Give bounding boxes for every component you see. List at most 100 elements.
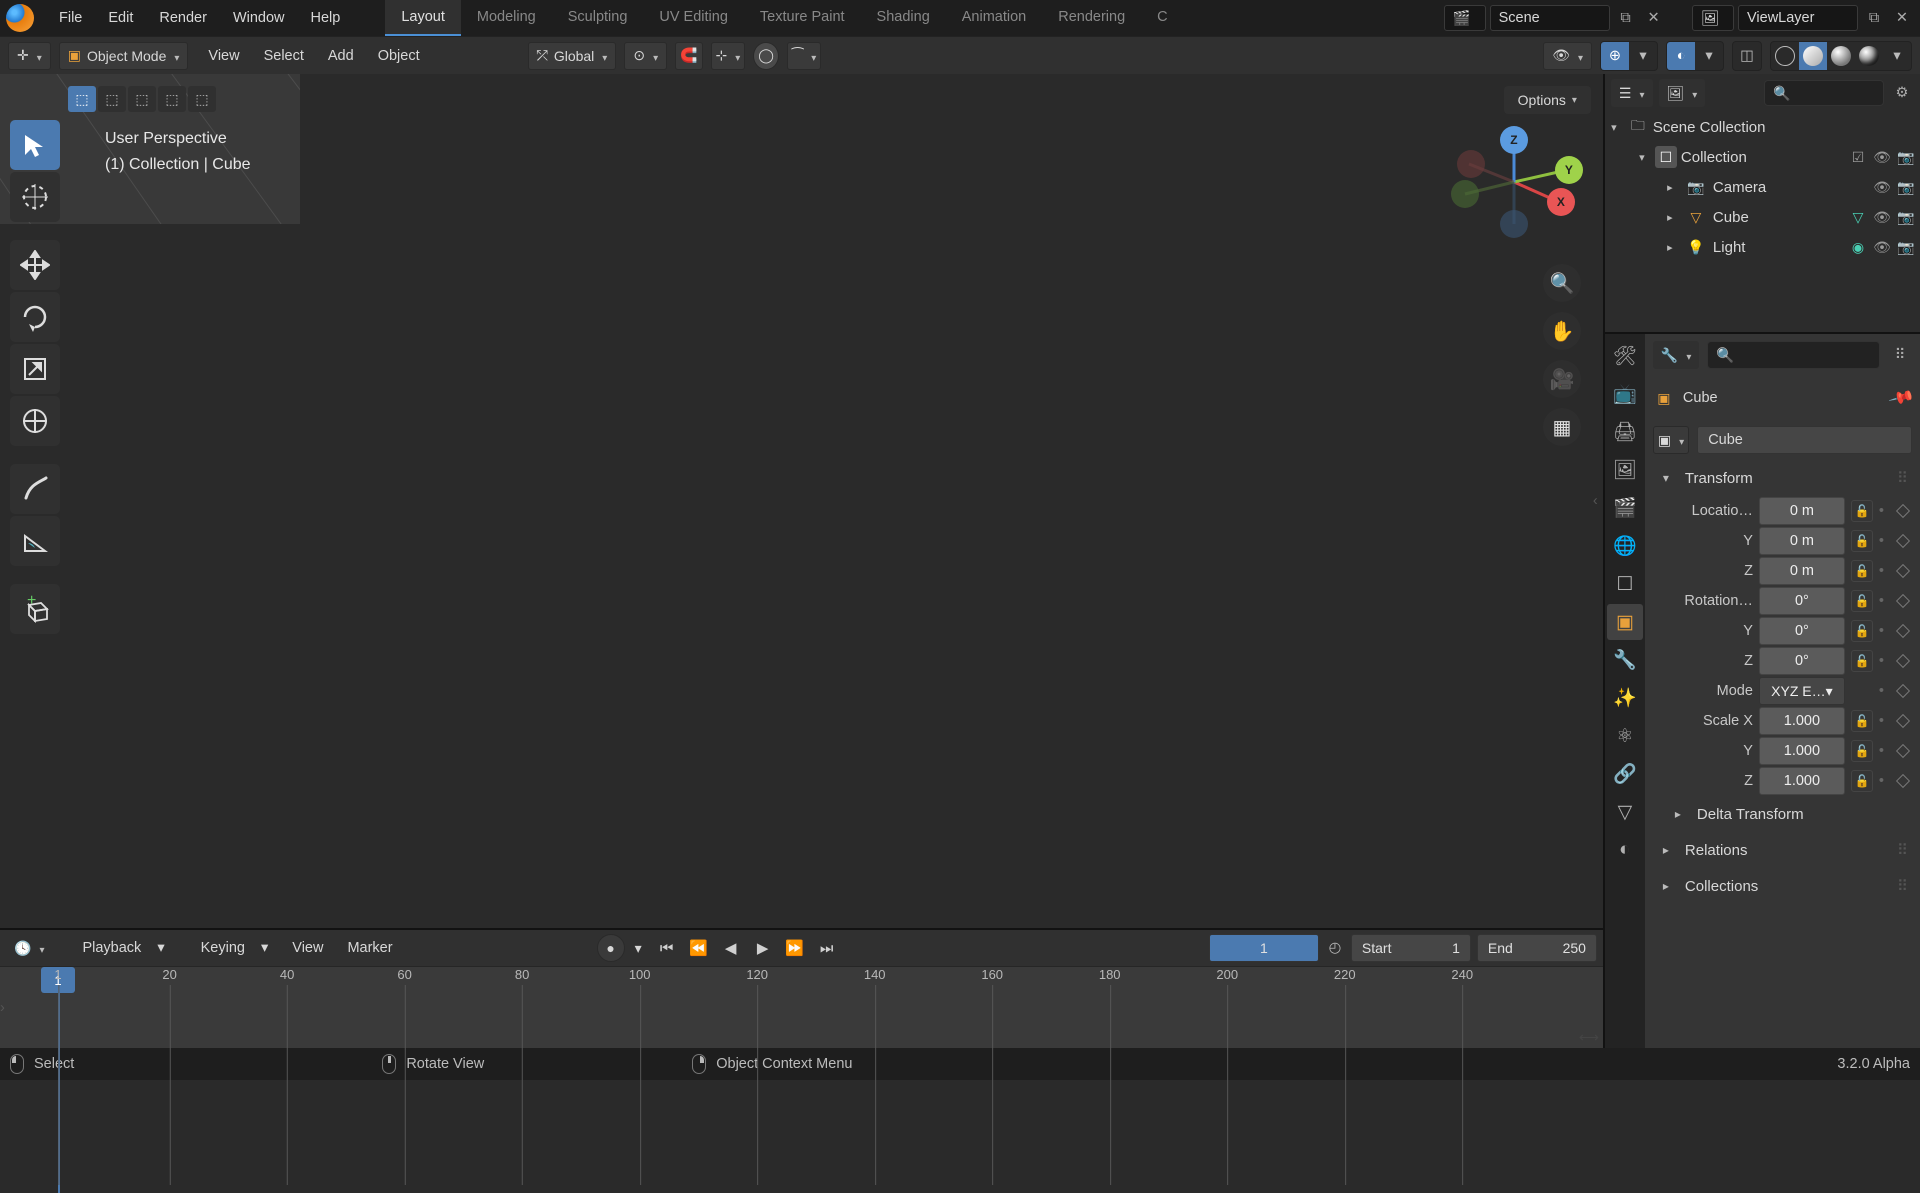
- lock-icon[interactable]: 🔓: [1851, 500, 1873, 522]
- tab-object[interactable]: ▣: [1607, 604, 1643, 640]
- expand-icon[interactable]: ▾: [1633, 151, 1651, 164]
- jump-end-button[interactable]: ⏭: [812, 935, 842, 961]
- lock-icon[interactable]: 🔓: [1851, 650, 1873, 672]
- viewlayer-name-field[interactable]: ViewLayer: [1738, 5, 1858, 31]
- zoom-button[interactable]: 🔍: [1543, 264, 1581, 302]
- keyframe-icon[interactable]: [1896, 594, 1910, 608]
- tab-data[interactable]: ▽: [1607, 794, 1643, 830]
- pin-icon[interactable]: 📌: [1887, 384, 1915, 412]
- workspace-more[interactable]: C: [1141, 0, 1183, 36]
- new-viewlayer-button[interactable]: ⧉: [1862, 6, 1886, 30]
- axis-neg-z[interactable]: [1500, 210, 1528, 238]
- play-reverse-button[interactable]: ◀: [716, 935, 746, 961]
- workspace-layout[interactable]: Layout: [385, 0, 461, 36]
- wireframe-shading[interactable]: [1771, 42, 1799, 70]
- render-icon[interactable]: 📷: [1896, 149, 1916, 166]
- tool-scale[interactable]: [10, 344, 60, 394]
- keyframe-icon[interactable]: [1896, 684, 1910, 698]
- render-icon[interactable]: 📷: [1896, 179, 1916, 196]
- tab-viewlayer[interactable]: 🖼: [1607, 452, 1643, 488]
- timeline-editor-type[interactable]: 🕓: [6, 934, 52, 962]
- menu-object[interactable]: Object: [366, 42, 432, 70]
- 3d-viewport[interactable]: ⬚ ⬚ ⬚ ⬚ ⬚: [0, 74, 1603, 928]
- tab-output[interactable]: 🖨: [1607, 414, 1643, 450]
- rotation-mode-field[interactable]: XYZ E…▾: [1759, 677, 1845, 705]
- tab-collection[interactable]: ☐: [1607, 566, 1643, 602]
- select-mode-extend[interactable]: ⬚: [98, 86, 126, 112]
- solid-shading[interactable]: [1799, 42, 1827, 70]
- menu-file[interactable]: File: [46, 2, 95, 34]
- lock-icon[interactable]: 🔓: [1851, 590, 1873, 612]
- panel-transform-header[interactable]: ▾ Transform ⠿: [1645, 460, 1920, 496]
- scale-z-field[interactable]: 1.000: [1759, 767, 1845, 795]
- keyframe-icon[interactable]: [1896, 744, 1910, 758]
- eye-icon[interactable]: 👁: [1872, 179, 1892, 196]
- menu-add[interactable]: Add: [316, 42, 366, 70]
- orientation-selector[interactable]: ⤱ Global: [528, 42, 617, 70]
- axis-navigation-gizmo[interactable]: X Y Z: [1449, 122, 1579, 252]
- keyframe-prev-button[interactable]: ⏪: [684, 935, 714, 961]
- workspace-modeling[interactable]: Modeling: [461, 0, 552, 36]
- proportional-edit-toggle[interactable]: ◯: [753, 42, 779, 70]
- keyframe-icon[interactable]: [1896, 714, 1910, 728]
- lock-icon[interactable]: 🔓: [1851, 740, 1873, 762]
- keyframe-icon[interactable]: [1896, 774, 1910, 788]
- clock-icon[interactable]: ◴: [1325, 940, 1345, 956]
- rotation-x-field[interactable]: 0°: [1759, 587, 1845, 615]
- menu-edit[interactable]: Edit: [95, 2, 146, 34]
- outliner-scene-collection[interactable]: ▾ 🗀 Scene Collection: [1605, 112, 1920, 142]
- keyframe-next-button[interactable]: ⏩: [780, 935, 810, 961]
- overlay-options[interactable]: ▾: [1695, 42, 1723, 70]
- datablock-selector[interactable]: ▣: [1653, 426, 1689, 454]
- scale-y-field[interactable]: 1.000: [1759, 737, 1845, 765]
- show-gizmo-toggle[interactable]: ⊕: [1601, 42, 1629, 70]
- select-mode-intersect[interactable]: ⬚: [188, 86, 216, 112]
- viewport-options-button[interactable]: Options: [1504, 86, 1591, 114]
- select-mode-invert[interactable]: ⬚: [158, 86, 186, 112]
- checkbox-icon[interactable]: ☑: [1848, 149, 1868, 166]
- menu-help[interactable]: Help: [298, 2, 354, 34]
- expand-icon[interactable]: ▸: [1661, 241, 1679, 254]
- delete-scene-button[interactable]: ✕: [1642, 6, 1666, 30]
- camera-view-button[interactable]: 🎥: [1543, 360, 1581, 398]
- panel-delta-transform-header[interactable]: ▸ Delta Transform: [1645, 796, 1920, 832]
- tab-scene[interactable]: 🎬: [1607, 490, 1643, 526]
- menu-view[interactable]: View: [196, 42, 251, 70]
- expand-icon[interactable]: ▸: [1661, 181, 1679, 194]
- tab-tool[interactable]: 🛠: [1607, 338, 1643, 374]
- new-scene-button[interactable]: ⧉: [1614, 6, 1638, 30]
- workspace-sculpting[interactable]: Sculpting: [552, 0, 644, 36]
- outliner-search[interactable]: 🔍: [1764, 80, 1884, 106]
- autokey-toggle[interactable]: ●: [597, 934, 625, 962]
- start-frame-field[interactable]: Start 1: [1351, 934, 1471, 962]
- timeline-sidebar-expand[interactable]: ›: [0, 967, 10, 1048]
- menu-render[interactable]: Render: [146, 2, 220, 34]
- snap-target[interactable]: ⊹: [711, 42, 746, 70]
- scale-x-field[interactable]: 1.000: [1759, 707, 1845, 735]
- axis-z-button[interactable]: Z: [1500, 126, 1528, 154]
- location-z-field[interactable]: 0 m: [1759, 557, 1845, 585]
- lock-icon[interactable]: 🔓: [1851, 620, 1873, 642]
- xray-toggle[interactable]: ◫: [1733, 42, 1761, 70]
- menu-keying[interactable]: Keying ▾: [177, 934, 281, 962]
- tab-world[interactable]: 🌐: [1607, 528, 1643, 564]
- workspace-shading[interactable]: Shading: [861, 0, 946, 36]
- keyframe-icon[interactable]: [1896, 624, 1910, 638]
- keyframe-icon[interactable]: [1896, 504, 1910, 518]
- outliner-editor-type[interactable]: ☰: [1611, 79, 1653, 107]
- tool-rotate[interactable]: [10, 292, 60, 342]
- scene-selector[interactable]: 🎬: [1444, 5, 1486, 31]
- tab-modifiers[interactable]: 🔧: [1607, 642, 1643, 678]
- pan-button[interactable]: ✋: [1543, 312, 1581, 350]
- axis-y-button[interactable]: Y: [1555, 156, 1583, 184]
- breadcrumb-object[interactable]: Cube: [1683, 390, 1718, 406]
- autokey-mode[interactable]: ▾: [631, 934, 646, 962]
- snap-toggle[interactable]: 🧲: [675, 42, 702, 70]
- lock-icon[interactable]: 🔓: [1851, 770, 1873, 792]
- properties-search[interactable]: 🔍: [1707, 341, 1880, 369]
- eye-icon[interactable]: 👁: [1872, 209, 1892, 226]
- menu-tl-view[interactable]: View: [280, 934, 335, 962]
- drag-handle-icon[interactable]: ⠿: [1897, 877, 1910, 895]
- panel-collections-header[interactable]: ▸ Collections ⠿: [1645, 868, 1920, 904]
- n-panel-expand[interactable]: ‹: [1593, 74, 1603, 928]
